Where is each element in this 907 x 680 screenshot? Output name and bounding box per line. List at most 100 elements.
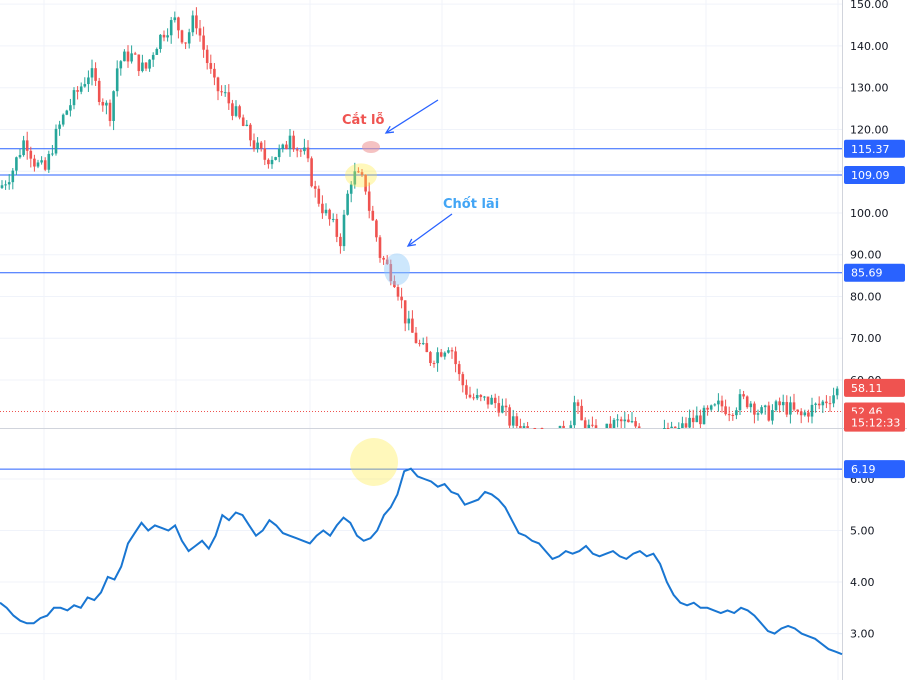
take-profit-highlight <box>384 253 410 286</box>
price-tag: 15:12:33 <box>851 417 900 430</box>
candle-body <box>418 343 421 345</box>
candle-body <box>421 343 425 345</box>
candle-body <box>515 416 519 427</box>
candle-body <box>580 405 583 421</box>
candle-body <box>591 424 594 426</box>
trading-chart[interactable]: Cắt lỗ Chốt lãi 150.00 140.00 130.00 120.00 1… <box>0 0 907 680</box>
candle-body <box>526 426 529 428</box>
highlight-markers <box>345 140 410 486</box>
candle-body <box>317 188 321 204</box>
candle-body <box>609 423 612 428</box>
candle-body <box>256 142 259 149</box>
candle-body <box>281 144 285 149</box>
candle-body <box>497 403 501 413</box>
candle-body <box>465 385 468 395</box>
indicator-level-tag: 6.19 <box>851 463 876 476</box>
candle-body <box>717 400 720 405</box>
candle-body <box>339 236 342 247</box>
candle-body <box>299 150 303 152</box>
candle-body <box>720 400 724 407</box>
candle-body <box>79 86 83 92</box>
candle-body <box>252 140 256 149</box>
candle-body <box>760 407 763 414</box>
candle-body <box>749 403 753 408</box>
candle-body <box>220 91 223 93</box>
candle-body <box>778 401 781 406</box>
candle-body <box>670 426 673 428</box>
candle-body <box>123 51 126 62</box>
candle-body <box>756 413 760 415</box>
candle-body <box>227 92 231 104</box>
candle-body <box>126 51 130 62</box>
candle-body <box>450 350 454 352</box>
candle-body <box>166 35 169 38</box>
candle-body <box>486 396 490 405</box>
level-tag: 115.37 <box>851 143 890 156</box>
indicator-line <box>0 467 843 656</box>
candle-body <box>119 61 123 69</box>
stop-loss-arrow <box>385 99 439 134</box>
candle-body <box>403 300 407 324</box>
candle-body <box>457 364 461 375</box>
candle-body <box>605 423 609 428</box>
candle-body <box>40 160 43 163</box>
indicator-tick-label: 4.00 <box>850 576 875 589</box>
grid <box>0 0 907 680</box>
candle-body <box>533 428 537 429</box>
candle-body <box>213 68 216 78</box>
candle-body <box>234 106 238 116</box>
candle-body <box>576 402 580 406</box>
entry-highlight <box>345 163 377 188</box>
candle-body <box>738 394 742 411</box>
candle-body <box>72 90 76 106</box>
candle-body <box>87 77 90 85</box>
price-tags: 115.37109.0985.696.1958.1152.4615:12:33 <box>844 139 905 479</box>
candle-body <box>573 402 576 426</box>
candle-body <box>378 237 382 258</box>
candle-body <box>439 352 443 357</box>
candle-body <box>187 32 191 44</box>
candle-body <box>195 15 198 29</box>
candle-body <box>835 388 839 396</box>
candle-body <box>65 110 69 115</box>
candle-body <box>137 54 141 72</box>
candle-body <box>22 140 25 156</box>
candle-body <box>735 410 738 416</box>
candle-body <box>382 257 385 260</box>
candle-body <box>223 92 227 94</box>
candle-body <box>475 395 479 399</box>
candle-body <box>177 17 180 31</box>
candle-body <box>702 407 706 425</box>
candle-body <box>198 28 202 36</box>
candle-body <box>371 210 375 221</box>
candle-body <box>699 415 702 425</box>
candle-body <box>0 185 4 188</box>
candle-body <box>4 184 7 186</box>
candle-body <box>367 191 371 211</box>
candle-body <box>94 68 97 81</box>
candle-body <box>33 158 36 167</box>
candle-body <box>231 103 234 116</box>
candle-body <box>144 62 148 69</box>
candle-body <box>321 203 324 214</box>
candle-body <box>310 158 313 187</box>
horizontal-levels[interactable] <box>0 148 842 470</box>
candle-body <box>306 147 310 159</box>
take-profit-label: Chốt lãi <box>443 197 499 212</box>
candle-body <box>634 421 637 427</box>
candle-body <box>133 53 137 55</box>
candle-body <box>443 352 447 357</box>
candle-body <box>396 287 400 297</box>
candle-body <box>695 415 699 423</box>
candle-body <box>709 405 713 410</box>
candle-body <box>468 394 472 398</box>
candle-body <box>828 403 832 405</box>
candle-body <box>587 424 591 428</box>
candle-body <box>810 404 814 417</box>
indicator-peak-highlight <box>350 438 398 486</box>
indicator-tick-label: 5.00 <box>850 525 875 538</box>
price-axis[interactable]: 150.00140.00130.00120.00110.00100.0090.0… <box>850 0 889 641</box>
candle-body <box>191 15 195 33</box>
candle-body <box>483 396 486 398</box>
candle-body <box>29 150 33 159</box>
